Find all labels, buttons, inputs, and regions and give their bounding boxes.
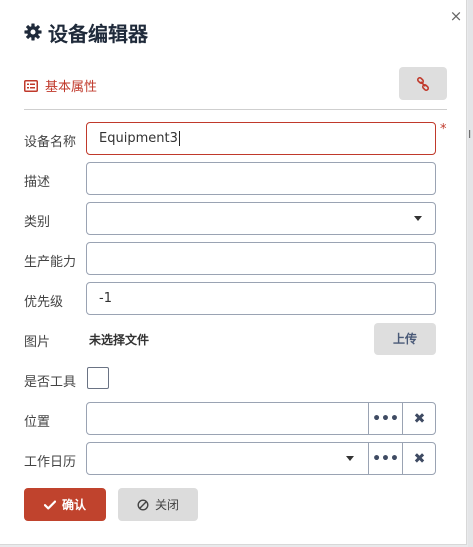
dialog-title: 设备编辑器 [48,21,148,46]
location-more-button[interactable]: ••• [368,403,402,434]
dialog-title-row: 设备编辑器 [24,18,148,46]
calendar-select[interactable] [87,443,368,474]
section-header: 基本属性 [24,76,97,95]
category-select[interactable] [86,202,436,235]
link-button[interactable] [399,67,447,100]
more-icon: ••• [372,450,399,467]
calendar-label: 工作日历 [24,455,77,470]
close-icon[interactable]: × [448,8,464,24]
calendar-clear-button[interactable]: ✖ [402,443,435,474]
upload-button[interactable]: 上传 [374,323,436,355]
location-picker: ••• ✖ [86,402,436,435]
confirm-label: 确认 [61,498,86,512]
link-icon [416,76,430,91]
calendar-more-button[interactable]: ••• [368,443,402,474]
chevron-down-icon[interactable] [414,216,422,221]
background-panel-edge [468,0,473,547]
capacity-label: 生产能力 [24,255,77,270]
gear-icon [24,23,42,41]
name-input[interactable]: Equipment3 [86,122,436,155]
cancel-circle-icon [137,498,149,511]
priority-input[interactable]: -1 [86,282,436,315]
more-icon: ••• [372,410,399,427]
location-label: 位置 [24,415,51,430]
text-caret [178,131,180,146]
check-icon [43,500,56,509]
clear-icon: ✖ [413,450,426,467]
image-label: 图片 [24,335,51,350]
confirm-button[interactable]: 确认 [24,488,106,521]
name-input-value: Equipment3 [99,131,178,146]
section-divider [24,109,447,110]
equipment-editor-dialog: × 设备编辑器 基本属性 设备名称 Equipment3 * 描述 类别 生产能… [0,0,467,545]
is-tool-label: 是否工具 [24,375,77,390]
cancel-button[interactable]: 关闭 [118,488,198,521]
clear-icon: ✖ [413,410,426,427]
section-label: 基本属性 [45,80,98,95]
priority-label: 优先级 [24,295,64,310]
calendar-picker: ••• ✖ [86,442,436,475]
background-panel-glyph: I [468,128,472,141]
is-tool-checkbox[interactable] [87,367,109,389]
capacity-input[interactable] [86,242,436,275]
list-icon [24,79,38,92]
name-label: 设备名称 [24,135,77,150]
category-label: 类别 [24,215,51,230]
description-input[interactable] [86,162,436,195]
location-input[interactable] [87,403,368,434]
location-clear-button[interactable]: ✖ [402,403,435,434]
chevron-down-icon[interactable] [346,456,354,461]
description-label: 描述 [24,175,51,190]
cancel-label: 关闭 [154,498,179,512]
file-status: 未选择文件 [89,333,150,347]
required-marker: * [440,122,447,137]
